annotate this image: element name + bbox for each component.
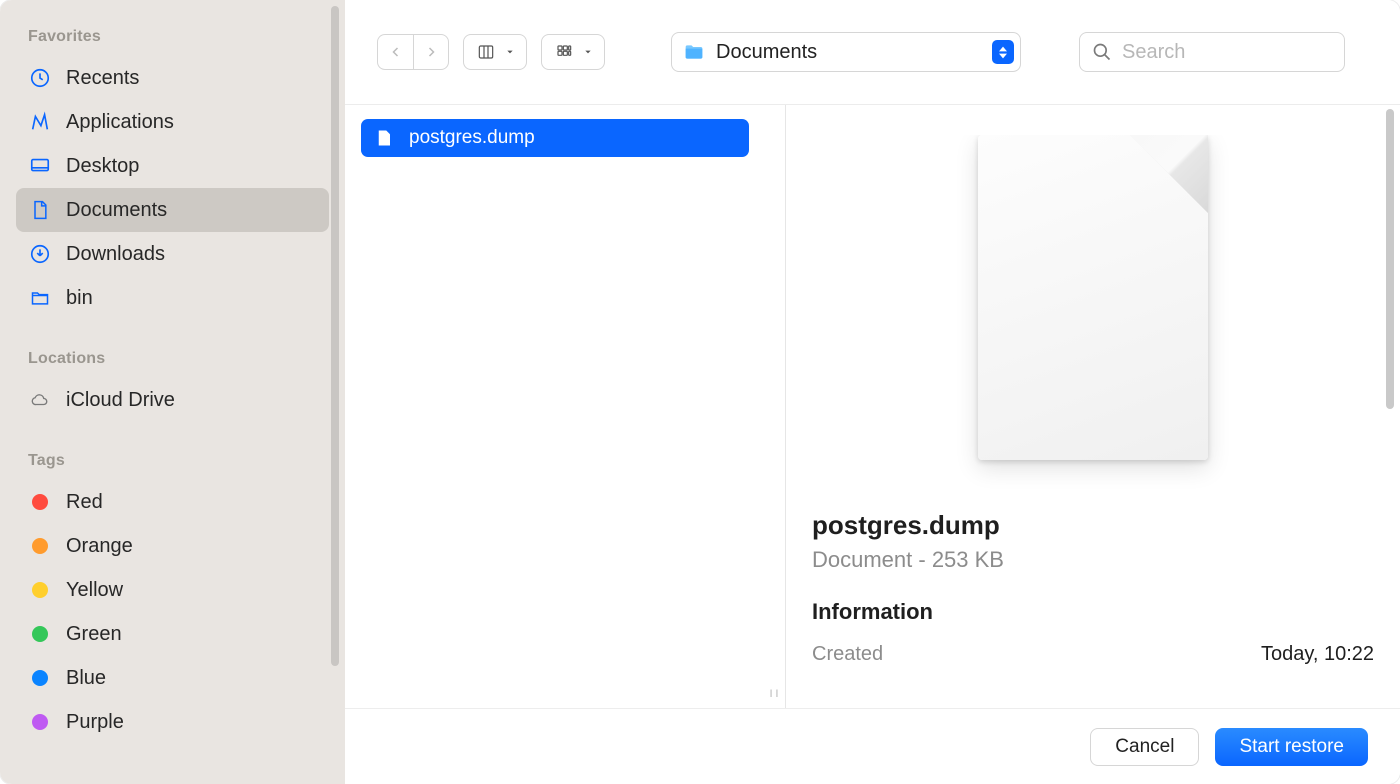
folder-popup[interactable]: Documents [671, 32, 1021, 72]
sidebar-item-label: Desktop [66, 155, 139, 178]
updown-icon [992, 40, 1014, 64]
info-row: Created Today, 10:22 [812, 643, 1374, 666]
file-picker-window: Favorites Recents Applications Desktop [0, 0, 1400, 784]
sidebar-item-applications[interactable]: Applications [16, 100, 329, 144]
search-input[interactable] [1122, 41, 1332, 64]
folder-glyph-icon [682, 42, 706, 62]
info-value: Today, 10:22 [1261, 643, 1374, 666]
search-icon [1092, 42, 1112, 62]
sidebar-item-downloads[interactable]: Downloads [16, 232, 329, 276]
tag-item-purple[interactable]: Purple [16, 700, 329, 744]
folder-icon [28, 286, 52, 310]
columns-icon [475, 44, 497, 60]
group-by-button[interactable] [541, 34, 605, 70]
sidebar-item-label: iCloud Drive [66, 389, 175, 412]
sidebar-item-label: bin [66, 287, 93, 310]
tag-dot-green [32, 626, 48, 642]
info-key: Created [812, 643, 883, 666]
sidebar: Favorites Recents Applications Desktop [0, 0, 345, 784]
sidebar-item-bin[interactable]: bin [16, 276, 329, 320]
tag-dot-purple [32, 714, 48, 730]
tags-header: Tags [28, 452, 329, 470]
sidebar-section-locations: Locations iCloud Drive [16, 350, 329, 422]
chevron-down-icon [505, 48, 515, 56]
scrollbar-thumb[interactable] [1386, 109, 1394, 409]
view-columns-button[interactable] [463, 34, 527, 70]
sidebar-section-favorites: Favorites Recents Applications Desktop [16, 28, 329, 320]
preview-pane: postgres.dump Document - 253 KB Informat… [786, 105, 1384, 708]
tag-label: Green [66, 623, 122, 646]
preview-subtitle: Document - 253 KB [812, 547, 1374, 573]
tag-item-yellow[interactable]: Yellow [16, 568, 329, 612]
tag-label: Red [66, 491, 103, 514]
file-name: postgres.dump [409, 127, 535, 149]
tag-label: Purple [66, 711, 124, 734]
locations-header: Locations [28, 350, 329, 368]
applications-icon [28, 110, 52, 134]
tag-item-red[interactable]: Red [16, 480, 329, 524]
sidebar-section-tags: Tags Red Orange Yellow Green Blue Purple [16, 452, 329, 744]
file-column[interactable]: postgres.dump [345, 105, 765, 708]
cloud-icon [28, 388, 52, 412]
tag-dot-red [32, 494, 48, 510]
tag-dot-yellow [32, 582, 48, 598]
tag-item-blue[interactable]: Blue [16, 656, 329, 700]
sidebar-item-recents[interactable]: Recents [16, 56, 329, 100]
tag-label: Blue [66, 667, 106, 690]
main-panel: Documents postgres.dump [345, 0, 1400, 784]
nav-buttons [377, 34, 449, 70]
toolbar: Documents [345, 0, 1400, 105]
tag-dot-blue [32, 670, 48, 686]
grid-group-icon [553, 44, 575, 60]
preview-filename: postgres.dump [812, 510, 1374, 541]
sidebar-item-label: Applications [66, 111, 174, 134]
info-header: Information [812, 599, 1374, 625]
search-field[interactable] [1079, 32, 1345, 72]
column-resize-handle[interactable]: ıı [765, 105, 785, 708]
back-button[interactable] [377, 34, 413, 70]
sidebar-item-icloud[interactable]: iCloud Drive [16, 378, 329, 422]
sidebar-item-label: Downloads [66, 243, 165, 266]
start-restore-button[interactable]: Start restore [1215, 728, 1368, 766]
sidebar-item-desktop[interactable]: Desktop [16, 144, 329, 188]
tag-item-green[interactable]: Green [16, 612, 329, 656]
content-area: postgres.dump ıı postgres.dump Document … [345, 105, 1400, 708]
forward-button[interactable] [413, 34, 449, 70]
folder-popup-label: Documents [716, 41, 992, 64]
chevron-down-icon [583, 48, 593, 56]
sidebar-item-label: Recents [66, 67, 139, 90]
clock-icon [28, 66, 52, 90]
tag-label: Orange [66, 535, 133, 558]
download-icon [28, 242, 52, 266]
sidebar-item-documents[interactable]: Documents [16, 188, 329, 232]
scrollbar-thumb[interactable] [331, 6, 339, 666]
sidebar-scrollbar[interactable] [327, 6, 343, 784]
cancel-button[interactable]: Cancel [1090, 728, 1199, 766]
preview-thumbnail [978, 135, 1208, 460]
preview-scrollbar[interactable] [1384, 105, 1400, 708]
footer: Cancel Start restore [345, 708, 1400, 784]
tag-item-orange[interactable]: Orange [16, 524, 329, 568]
file-doc-icon [375, 127, 393, 149]
favorites-header: Favorites [28, 28, 329, 46]
sidebar-item-label: Documents [66, 199, 167, 222]
tag-dot-orange [32, 538, 48, 554]
desktop-icon [28, 154, 52, 178]
tag-label: Yellow [66, 579, 123, 602]
file-row[interactable]: postgres.dump [361, 119, 749, 157]
document-icon [28, 198, 52, 222]
